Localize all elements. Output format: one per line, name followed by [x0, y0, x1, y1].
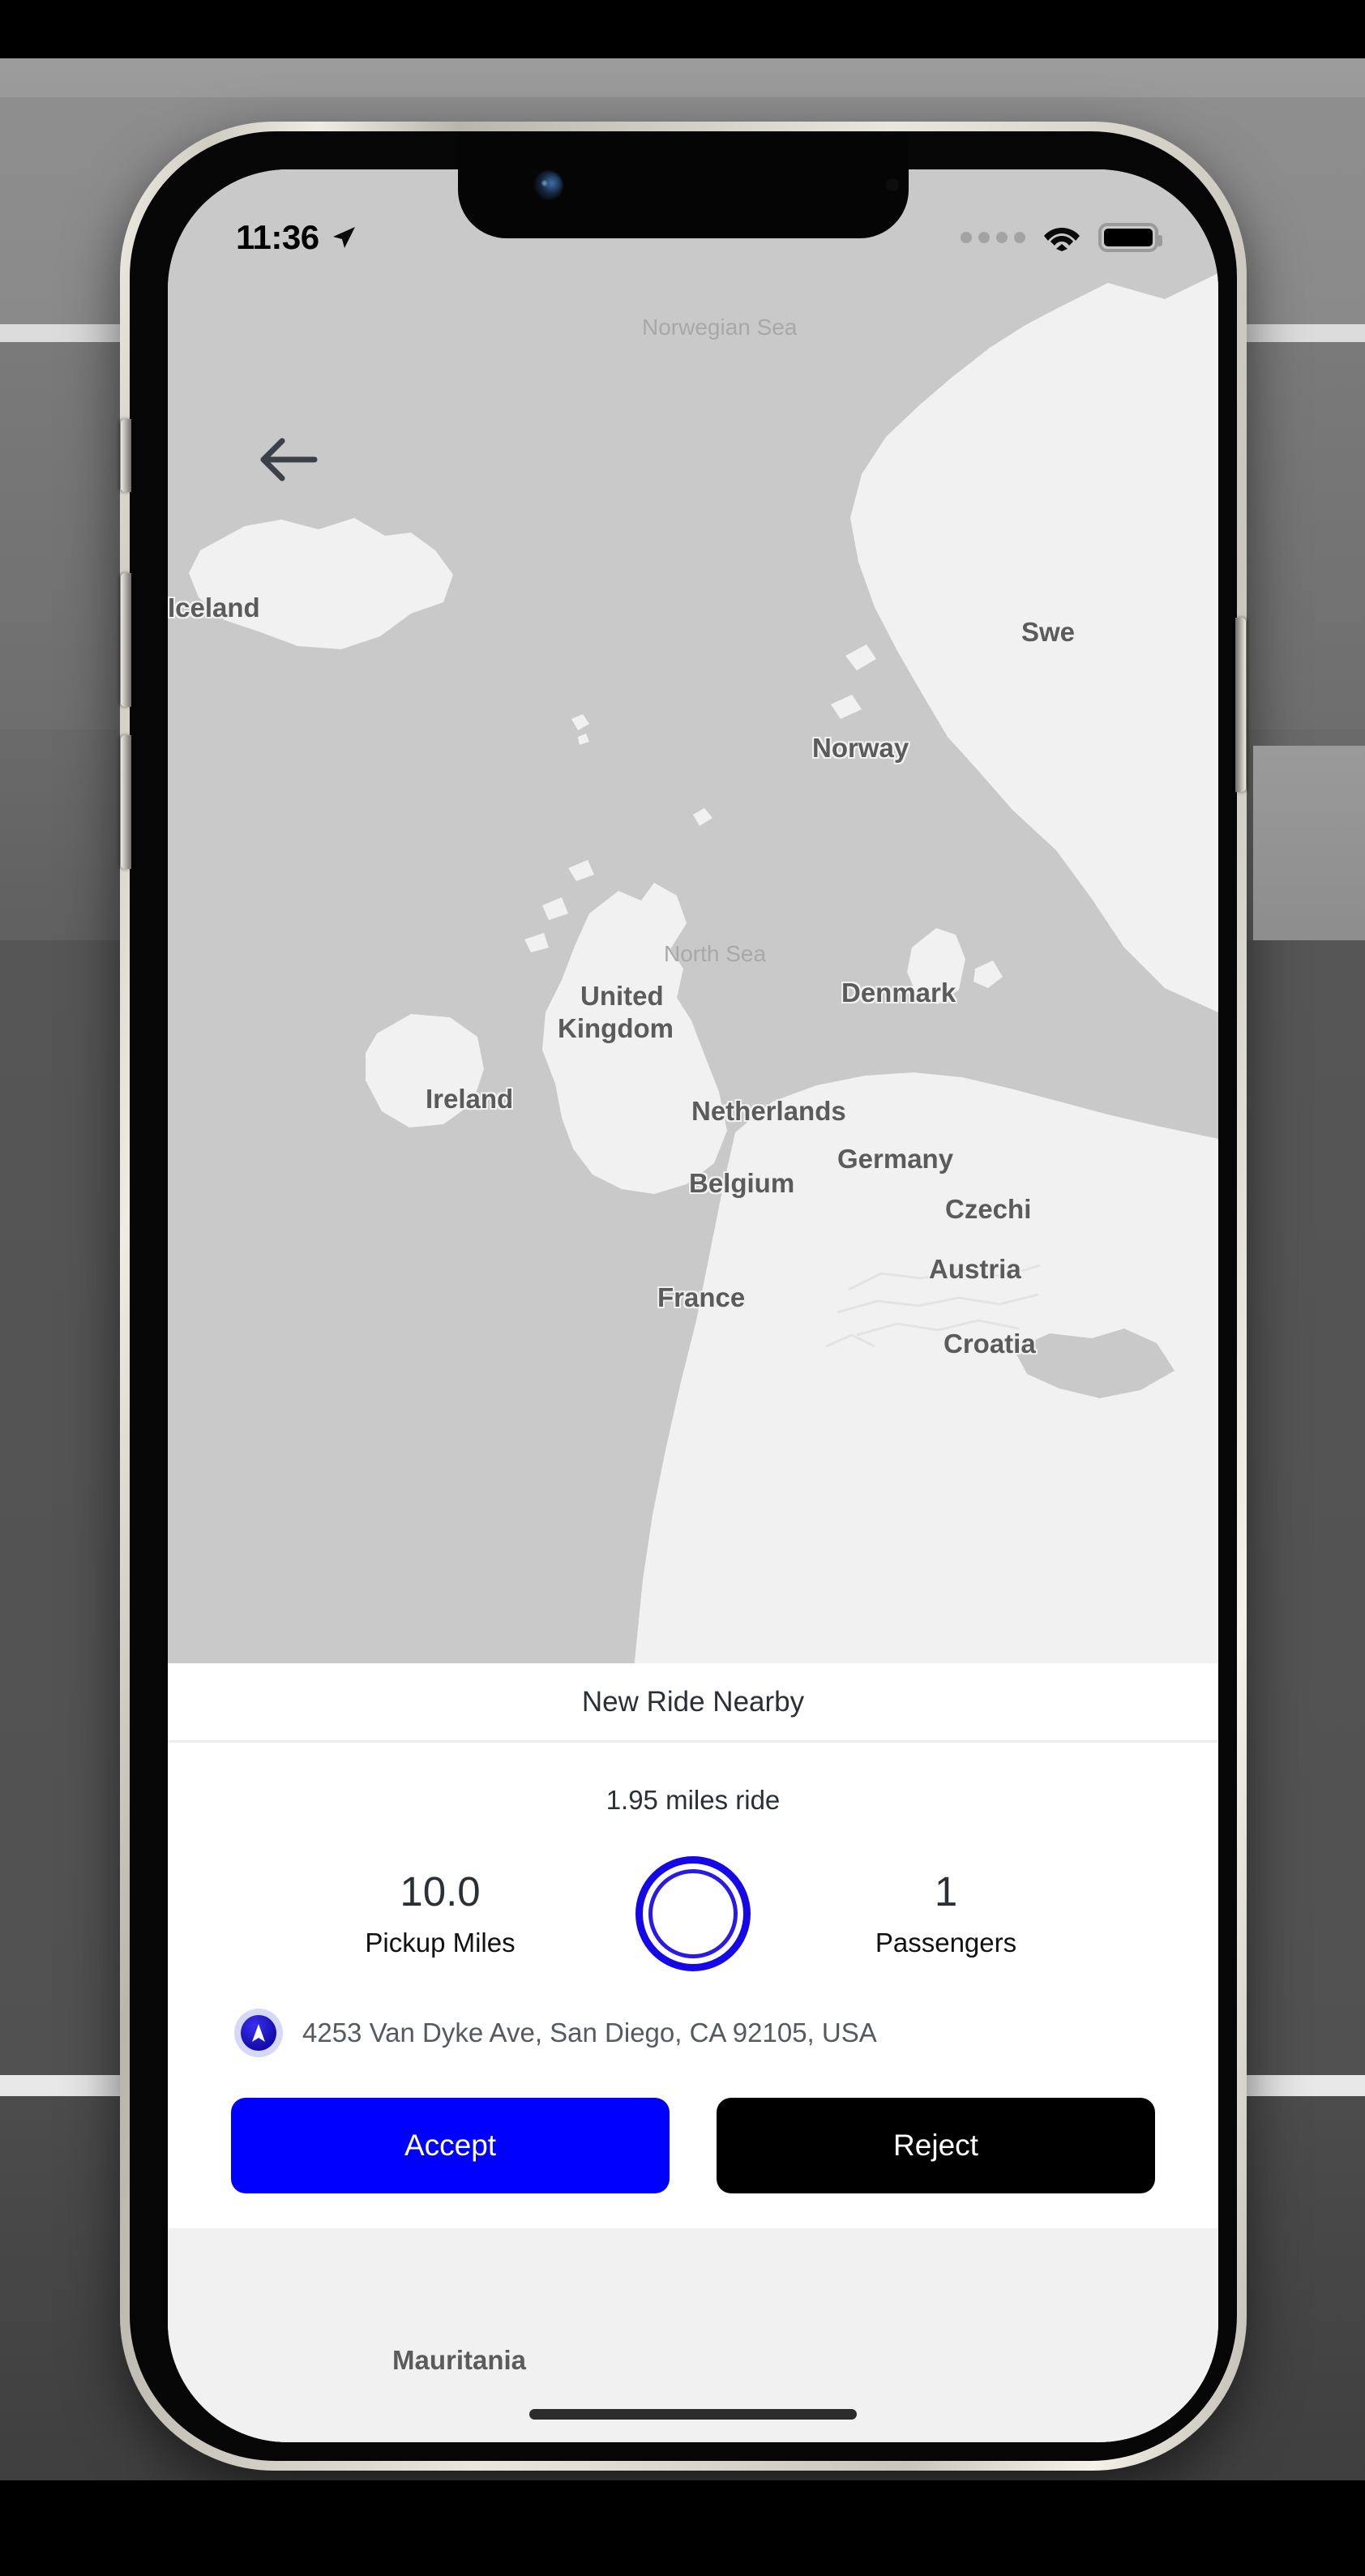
map-label: Croatia	[944, 1329, 1036, 1359]
signal-dots-icon	[961, 232, 1025, 243]
pickup-miles-label: Pickup Miles	[365, 1928, 516, 1958]
map-label: Kingdom	[558, 1013, 674, 1043]
map-label: Iceland	[168, 593, 260, 623]
status-indicators	[961, 223, 1162, 252]
earpiece-speaker-icon	[886, 178, 899, 191]
passengers-value: 1	[934, 1868, 958, 1915]
phone-bezel: Norwegian Sea Iceland Swe Norway North Sea De…	[121, 131, 1246, 2461]
map-label: Denmark	[841, 978, 956, 1008]
battery-full-icon	[1098, 223, 1162, 252]
map-label: Netherlands	[691, 1096, 846, 1126]
accept-button[interactable]: Accept	[231, 2098, 670, 2193]
map-label: United	[580, 981, 664, 1011]
navigation-arrow-icon	[234, 2009, 283, 2057]
map-label: Ireland	[426, 1084, 514, 1114]
battery-fill	[1104, 229, 1153, 246]
ride-request-sheet: New Ride Nearby 1.95 miles ride 10.0 Pic…	[168, 1663, 1218, 2228]
wifi-icon	[1044, 228, 1080, 251]
back-arrow-icon	[260, 438, 318, 481]
map-label: Mauritania	[392, 2345, 527, 2375]
passengers-label: Passengers	[875, 1928, 1017, 1958]
phone-screen: Norwegian Sea Iceland Swe Norway North Sea De…	[168, 169, 1218, 2442]
home-indicator[interactable]	[529, 2409, 857, 2420]
sheet-title: New Ride Nearby	[168, 1663, 1218, 1743]
ride-distance-text: 1.95 miles ride	[605, 1785, 781, 1815]
front-camera-icon	[533, 170, 563, 201]
navigation-pin	[241, 2015, 276, 2051]
map-label: Norwegian Sea	[642, 315, 798, 340]
display-notch	[458, 131, 909, 238]
map-label: Norway	[812, 733, 909, 763]
pickup-address-text: 4253 Van Dyke Ave, San Diego, CA 92105, …	[302, 2018, 877, 2048]
map-label: Austria	[929, 1254, 1021, 1284]
map-label: North Sea	[664, 941, 767, 966]
pickup-address-row[interactable]: 4253 Van Dyke Ave, San Diego, CA 92105, …	[168, 2009, 1218, 2057]
back-button[interactable]	[253, 430, 327, 489]
phone-device: Norwegian Sea Iceland Swe Norway North Sea De…	[120, 122, 1247, 2471]
map-label: Germany	[837, 1144, 954, 1174]
map-label: Czechi	[945, 1194, 1032, 1224]
power-button[interactable]	[1235, 618, 1246, 792]
location-arrow-icon	[332, 227, 355, 248]
ride-stats-row: 10.0 Pickup Miles 1 Passengers	[168, 1856, 1218, 1971]
photo-backdrop: Norwegian Sea Iceland Swe Norway North Sea De…	[0, 0, 1365, 2576]
volume-down-button[interactable]	[121, 735, 131, 869]
status-clock: 11:36	[236, 218, 319, 256]
volume-up-button[interactable]	[121, 573, 131, 707]
navigation-arrow-glyph	[252, 2024, 265, 2042]
pickup-miles-stat: 10.0 Pickup Miles	[323, 1868, 558, 1958]
reject-button[interactable]: Reject	[717, 2098, 1155, 2193]
pickup-miles-value: 10.0	[400, 1868, 481, 1915]
countdown-ring-icon	[635, 1856, 751, 1971]
map-label: France	[657, 1282, 746, 1312]
passengers-stat: 1 Passengers	[828, 1868, 1063, 1958]
mute-switch-button[interactable]	[121, 419, 131, 492]
map-label: Swe	[1021, 617, 1076, 647]
action-buttons-row: Accept Reject	[168, 2098, 1218, 2193]
map-label: Belgium	[689, 1168, 795, 1198]
status-time-group: 11:36	[236, 218, 357, 257]
